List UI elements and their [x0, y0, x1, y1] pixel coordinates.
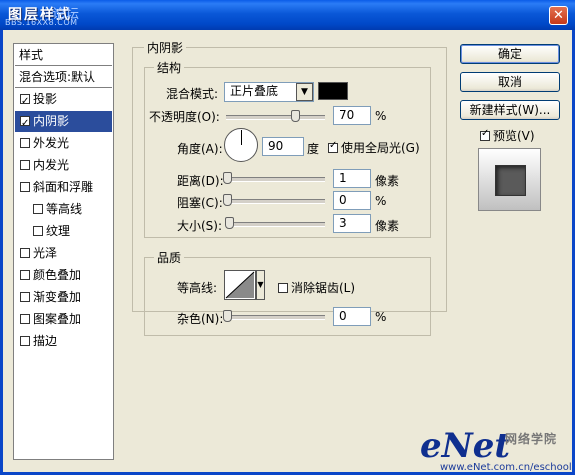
- structure-title: 结构: [154, 59, 185, 76]
- style-item[interactable]: 等高线: [15, 199, 112, 220]
- enet-logo: eNet: [420, 426, 511, 466]
- preview-thumbnail: [478, 148, 541, 211]
- choke-unit: %: [375, 194, 387, 208]
- style-item-checkbox[interactable]: [20, 314, 30, 324]
- opacity-input[interactable]: 70: [333, 106, 371, 125]
- style-item-label: 斜面和浮雕: [33, 180, 94, 194]
- style-item[interactable]: 颜色叠加: [15, 265, 112, 286]
- style-item-label: 颜色叠加: [33, 268, 82, 282]
- style-item-label: 等高线: [46, 202, 83, 216]
- style-item[interactable]: 光泽: [15, 243, 112, 264]
- style-item-checkbox[interactable]: [20, 292, 30, 302]
- close-button[interactable]: ✕: [549, 6, 568, 25]
- style-item-label: 内阴影: [33, 114, 70, 128]
- noise-label: 杂色(N):: [177, 312, 224, 326]
- cancel-button[interactable]: 取消: [460, 72, 560, 92]
- preview-label: 预览(V): [493, 129, 535, 143]
- distance-slider[interactable]: [226, 177, 325, 182]
- distance-unit: 像素: [375, 174, 400, 188]
- angle-indicator-icon: [241, 130, 242, 145]
- size-unit: 像素: [375, 219, 400, 233]
- noise-input[interactable]: 0: [333, 307, 371, 326]
- antialias-toggle[interactable]: 消除锯齿(L): [278, 279, 355, 296]
- quality-title: 品质: [154, 249, 185, 266]
- style-list-header[interactable]: 样式: [15, 45, 112, 66]
- style-item-checkbox[interactable]: [20, 182, 30, 192]
- ok-button[interactable]: 确定: [460, 44, 560, 64]
- opacity-unit: %: [375, 109, 387, 123]
- angle-label: 角度(A):: [177, 142, 223, 156]
- style-item[interactable]: 纹理: [15, 221, 112, 242]
- preview-checkbox[interactable]: [480, 128, 490, 141]
- noise-slider-thumb[interactable]: [223, 310, 232, 322]
- blend-mode-label: 混合模式:: [166, 87, 219, 101]
- style-item-checkbox[interactable]: [20, 138, 30, 148]
- chevron-down-icon[interactable]: ▼: [296, 83, 313, 101]
- choke-slider-thumb[interactable]: [223, 194, 232, 206]
- style-item-label: 投影: [33, 92, 58, 106]
- style-item-checkbox[interactable]: [20, 270, 30, 280]
- enet-cn-text: 网络学院: [505, 432, 558, 446]
- contour-label: 等高线:: [177, 281, 218, 295]
- preview-swatch: [495, 165, 526, 196]
- contour-picker[interactable]: [224, 270, 256, 300]
- noise-slider[interactable]: [226, 315, 325, 320]
- style-item-checkbox[interactable]: [33, 204, 43, 214]
- style-item-label: 内发光: [33, 158, 70, 172]
- style-item-label: 外发光: [33, 136, 70, 150]
- title-bar[interactable]: [0, 0, 575, 30]
- style-item[interactable]: 投影: [15, 89, 112, 112]
- inner-shadow-title: 内阴影: [144, 39, 187, 56]
- style-item[interactable]: 内发光: [15, 155, 112, 176]
- blend-mode-value: 正片叠底: [230, 84, 279, 98]
- style-item-label: 光泽: [33, 246, 58, 260]
- contour-curve-icon: [225, 271, 255, 299]
- opacity-slider-thumb[interactable]: [291, 110, 301, 122]
- distance-label: 距离(D):: [177, 174, 224, 188]
- style-item[interactable]: 外发光: [15, 133, 112, 154]
- global-light-checkbox[interactable]: [328, 140, 338, 153]
- title-watermark-url: BBS.16XX8.COM: [5, 18, 78, 27]
- antialias-label: 消除锯齿(L): [291, 281, 356, 295]
- preview-toggle[interactable]: 预览(V): [480, 127, 535, 144]
- contour-dropdown-arrow-icon[interactable]: ▼: [256, 270, 265, 300]
- style-item[interactable]: 斜面和浮雕: [15, 177, 112, 198]
- distance-slider-thumb[interactable]: [223, 172, 232, 184]
- new-style-button[interactable]: 新建样式(W)...: [460, 100, 560, 120]
- blend-options-item[interactable]: 混合选项:默认: [15, 67, 112, 88]
- global-light-toggle[interactable]: 使用全局光(G): [328, 139, 420, 156]
- antialias-checkbox[interactable]: [278, 283, 288, 293]
- style-item[interactable]: 描边: [15, 331, 112, 352]
- angle-unit: 度: [307, 142, 320, 156]
- size-label: 大小(S):: [177, 219, 223, 233]
- style-item-checkbox[interactable]: [20, 113, 30, 134]
- size-slider[interactable]: [226, 222, 325, 227]
- angle-input[interactable]: 90: [262, 137, 304, 156]
- choke-input[interactable]: 0: [333, 191, 371, 210]
- style-item-checkbox[interactable]: [20, 160, 30, 170]
- style-item-label: 渐变叠加: [33, 290, 82, 304]
- size-slider-thumb[interactable]: [225, 217, 234, 229]
- enet-url-text: www.eNet.com.cn/eschool: [440, 462, 572, 473]
- distance-input[interactable]: 1: [333, 169, 371, 188]
- style-item-checkbox[interactable]: [33, 226, 43, 236]
- style-item-checkbox[interactable]: [20, 248, 30, 258]
- style-item-checkbox[interactable]: [20, 91, 30, 112]
- style-item-label: 纹理: [46, 224, 71, 238]
- global-light-label: 使用全局光(G): [341, 141, 420, 155]
- choke-slider[interactable]: [226, 199, 325, 204]
- opacity-label: 不透明度(O):: [149, 110, 220, 124]
- style-list: 样式 混合选项:默认 投影内阴影外发光内发光斜面和浮雕等高线纹理光泽颜色叠加渐变…: [13, 43, 114, 460]
- style-item[interactable]: 图案叠加: [15, 309, 112, 330]
- shadow-color-swatch[interactable]: [318, 82, 348, 100]
- size-input[interactable]: 3: [333, 214, 371, 233]
- choke-label: 阻塞(C):: [177, 196, 223, 210]
- noise-unit: %: [375, 310, 387, 324]
- style-item-label: 描边: [33, 334, 58, 348]
- style-item-label: 图案叠加: [33, 312, 82, 326]
- style-item-checkbox[interactable]: [20, 336, 30, 346]
- style-item[interactable]: 渐变叠加: [15, 287, 112, 308]
- opacity-slider[interactable]: [226, 115, 325, 120]
- style-item[interactable]: 内阴影: [15, 111, 112, 134]
